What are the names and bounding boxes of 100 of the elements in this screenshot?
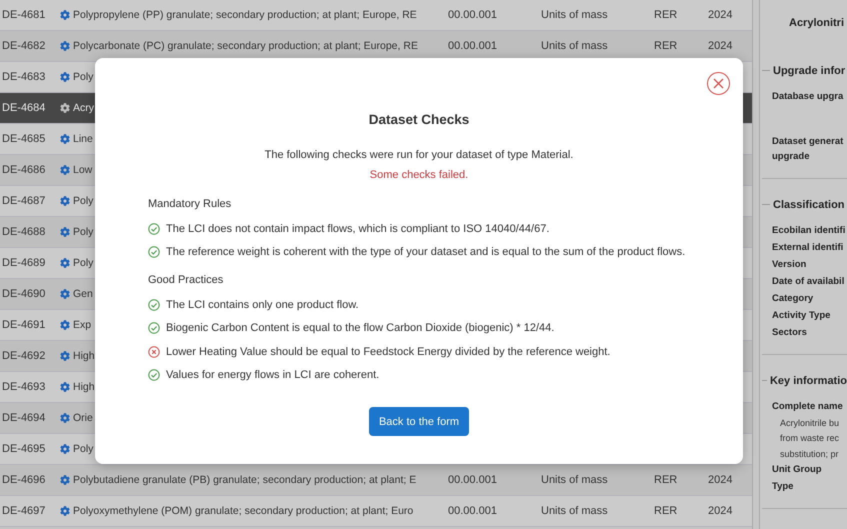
status-message: Some checks failed.	[370, 169, 468, 181]
table-cell: Poly	[73, 195, 94, 207]
gear-icon	[60, 165, 70, 175]
table-cell-text: DE-4693	[1, 381, 46, 393]
dialog-title: Dataset Checks	[368, 112, 470, 127]
table-row[interactable]: DE-4696 Polybutadiene granulate (PB) granulate; secondary production; at plant; E 00.00.001 Units of mass RER 2024	[0, 465, 752, 496]
table-row[interactable]: DE-4681 Polypropylene (PP) granulate; secondary production; at plant; Europe, RE 00.00.001 Units of mass RER 2024	[0, 0, 752, 31]
check-circle-icon	[148, 298, 160, 311]
check-text: The reference weight is coherent with the type of your dataset and is equal to the sum of the product flows.	[166, 246, 686, 258]
table-cell: Poly	[73, 443, 94, 455]
gear-icon	[60, 351, 70, 361]
field-label: Sectors	[771, 326, 808, 340]
check-text: The LCI does not contain impact flows, which is compliant to ISO 14040/44/67.	[166, 222, 550, 235]
check-text: Lower Heating Value should be equal to Feedstock Energy divided by the reference weight.	[166, 346, 610, 358]
table-cell-text: Units of mass	[540, 474, 609, 486]
table-cell-text: DE-4697	[1, 505, 46, 517]
field-label: Database upgra	[771, 90, 844, 104]
table-cell-text: 2024	[707, 40, 734, 52]
table-cell-text: DE-4690	[1, 288, 46, 300]
table-cell-text: Units of mass	[540, 505, 609, 517]
table-cell-text: 00.00.001	[447, 9, 498, 21]
table-cell: Poly	[73, 226, 94, 238]
table-cell-text: DE-4682	[1, 40, 46, 52]
table-cell-text: DE-4694	[1, 412, 46, 424]
gear-icon	[60, 196, 70, 206]
table-cell-text: DE-4692	[1, 350, 46, 362]
group-heading: Mandatory Rules	[148, 198, 232, 210]
field-label: External identifi	[771, 240, 844, 254]
section-legend: Upgrade infor	[762, 64, 847, 76]
check-text: The LCI contains only one product flow.	[166, 298, 359, 311]
table-cell: Poly	[73, 71, 94, 83]
gear-icon	[60, 103, 70, 113]
table-cell-text: DE-4688	[1, 226, 46, 238]
check-circle-icon	[148, 322, 160, 334]
table-cell-text: Units of mass	[540, 9, 609, 21]
field-label: Ecobilan identifi	[771, 224, 846, 238]
check-circle-icon	[148, 246, 160, 258]
section-legend: Classification	[762, 198, 847, 210]
back-button[interactable]: Back to the form	[368, 407, 470, 436]
gear-icon	[60, 289, 70, 299]
table-cell-text: 2024	[707, 505, 734, 517]
section-legend: Key informatio	[762, 374, 847, 386]
table-cell: Poly	[73, 257, 94, 269]
field-label: Type	[771, 480, 794, 494]
table-cell-text: DE-4681	[1, 9, 46, 21]
table-cell-text: 2024	[707, 474, 734, 486]
dialog-intro: The following checks were run for your dataset of type Material.	[264, 149, 574, 161]
table-cell: Line	[73, 133, 93, 145]
table-cell-text: 00.00.001	[447, 474, 498, 486]
check-circle-icon	[148, 369, 160, 382]
gear-icon	[60, 382, 70, 392]
table-cell-text: 00.00.001	[447, 505, 498, 517]
table-cell-text: DE-4689	[1, 257, 46, 269]
gear-icon	[60, 475, 70, 485]
table-cell: Polybutadiene granulate (PB) granulate; secondary production; at plant; E	[73, 474, 416, 486]
field-label: Complete name	[771, 400, 844, 414]
table-cell-text: DE-4684	[1, 102, 46, 114]
gear-icon	[60, 134, 70, 144]
gear-icon	[60, 444, 70, 454]
table-cell: Exp	[73, 319, 92, 331]
field-label: Date of availabil	[771, 274, 846, 288]
gear-icon	[60, 506, 70, 516]
table-cell-text: DE-4691	[1, 319, 46, 331]
table-cell-text: 00.00.001	[447, 40, 498, 52]
gear-icon	[60, 258, 70, 268]
field-label: Version	[771, 258, 808, 272]
table-cell-text: DE-4696	[1, 474, 46, 486]
field-label: Category	[771, 292, 814, 306]
close-icon[interactable]	[707, 72, 730, 95]
error-circle-icon	[148, 346, 160, 358]
table-cell-text: Units of mass	[540, 40, 609, 52]
table-cell-text: DE-4686	[1, 164, 46, 176]
table-cell: Orie	[73, 412, 93, 424]
table-cell: Acry	[73, 102, 94, 114]
table-cell: High	[73, 381, 95, 393]
table-cell-text: RER	[653, 40, 678, 52]
table-cell: Low	[73, 164, 92, 176]
table-cell: Gen	[73, 288, 93, 300]
table-cell: Polycarbonate (PC) granulate; secondary production; at plant; Europe, RE	[73, 40, 418, 52]
gear-icon	[60, 320, 70, 330]
gear-icon	[60, 10, 70, 20]
field-label: Unit Group	[771, 463, 823, 477]
gear-icon	[60, 227, 70, 237]
panel-title: Acrylonitri	[788, 16, 846, 31]
table-cell-text: RER	[653, 9, 678, 21]
gear-icon	[60, 413, 70, 423]
field-label: Dataset generat upgrade	[771, 134, 844, 164]
table-cell-text: DE-4687	[1, 195, 46, 207]
table-row[interactable]: DE-4697 Polyoxymethylene (POM) granulate; secondary production; at plant; Euro 00.00.001 Units of mass RER 2024	[0, 496, 752, 527]
gear-icon	[60, 41, 70, 51]
table-cell: Polypropylene (PP) granulate; secondary production; at plant; Europe, RE	[73, 9, 417, 21]
check-circle-icon	[148, 222, 160, 235]
table-cell-text: DE-4683	[1, 71, 46, 83]
table-cell-text: RER	[653, 474, 678, 486]
check-text: Values for energy flows in LCI are coherent.	[166, 369, 380, 382]
field-value: Acrylonitrile bu from waste rec substitution; pr	[779, 416, 840, 461]
table-cell-text: RER	[653, 505, 678, 517]
field-label: Activity Type	[771, 308, 832, 322]
table-cell: Polyoxymethylene (POM) granulate; secondary production; at plant; Euro	[73, 505, 414, 517]
group-heading: Good Practices	[148, 274, 224, 286]
